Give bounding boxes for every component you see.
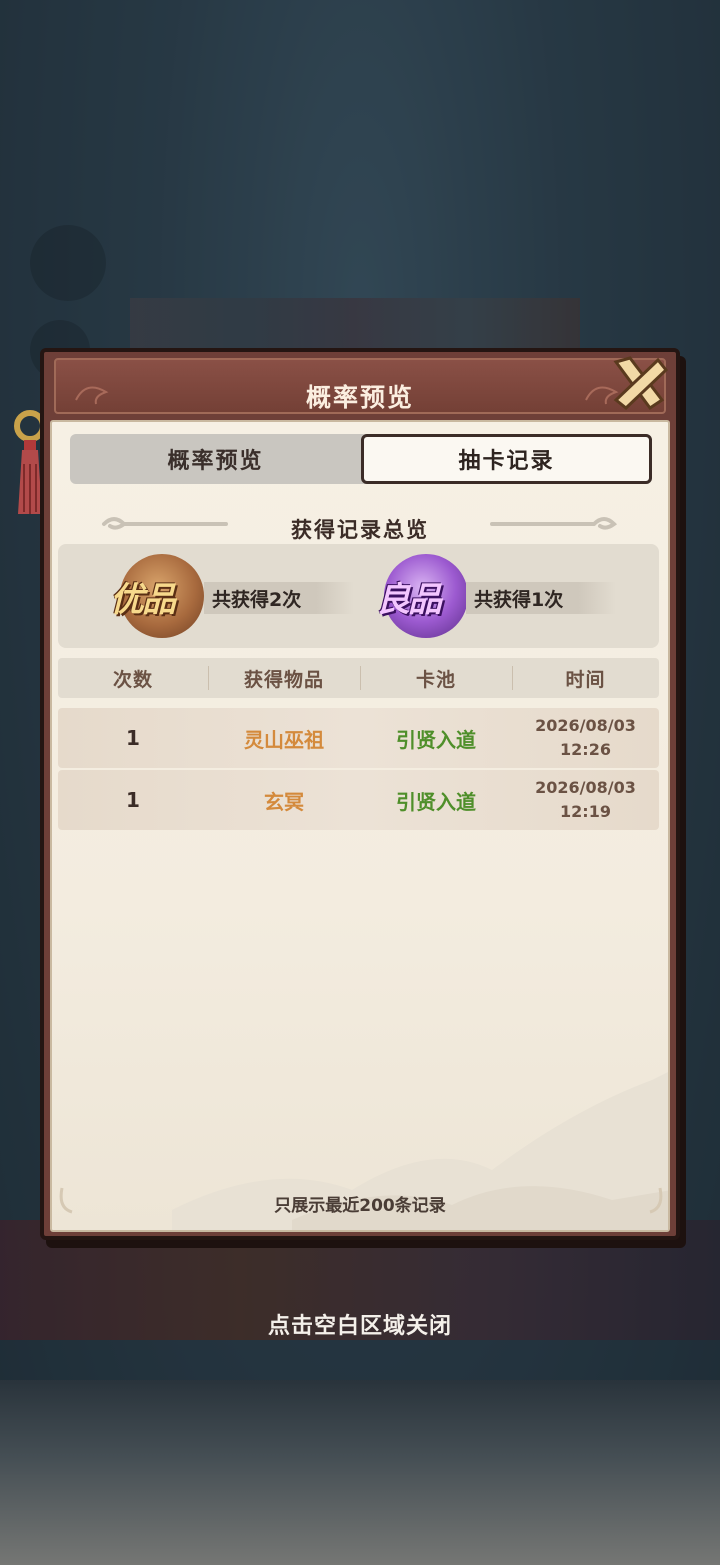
table-row: 1 玄冥 引贤入道 2026/08/03 12:19 <box>58 770 659 830</box>
row-count: 1 <box>126 726 140 750</box>
quality-badge-good-label: 良品 <box>376 580 442 620</box>
row-clock: 12:26 <box>560 740 611 759</box>
row-date: 2026/08/03 <box>535 716 636 735</box>
summary-box: 优品 共获得2次 良品 共获得1次 <box>58 544 659 648</box>
header-item: 获得物品 <box>243 668 324 691</box>
row-pool: 引贤入道 <box>396 789 476 814</box>
row-item: 玄冥 <box>264 789 304 814</box>
tab-bar: 概率预览 抽卡记录 <box>70 434 652 484</box>
record-limit-note: 只展示最近200条记录 <box>274 1196 446 1216</box>
gacha-record-dialog: 概率预览 概率预览 抽卡记录 获得记录总览 优品 共获得2次 良品 共获得1次 … <box>40 348 680 1240</box>
header-time: 时间 <box>565 668 606 691</box>
dialog-title: 概率预览 <box>305 383 414 412</box>
table-row: 1 灵山巫祖 引贤入道 2026/08/03 12:26 <box>58 708 659 768</box>
cloud-ornament-right <box>490 517 618 530</box>
row-time: 2026/08/03 12:26 <box>512 708 659 768</box>
row-date: 2026/08/03 <box>535 778 636 797</box>
header-count: 次数 <box>112 668 153 691</box>
excellent-count: 共获得2次 <box>204 582 354 614</box>
tab-draw-record[interactable]: 抽卡记录 <box>361 434 652 484</box>
row-item: 灵山巫祖 <box>244 727 324 752</box>
row-count: 1 <box>126 788 140 812</box>
row-time: 2026/08/03 12:19 <box>512 770 659 830</box>
header-pool: 卡池 <box>415 668 456 691</box>
tab-probability-preview[interactable]: 概率预览 <box>70 434 361 484</box>
quality-badge-excellent-label: 优品 <box>110 580 176 620</box>
dialog-header: 概率预览 <box>54 358 666 414</box>
content-panel: 概率预览 抽卡记录 获得记录总览 优品 共获得2次 良品 共获得1次 次数 获得… <box>50 420 670 1232</box>
row-clock: 12:19 <box>560 802 611 821</box>
table-header: 次数 获得物品 卡池 时间 <box>58 658 659 698</box>
close-hint[interactable]: 点击空白区域关闭 <box>0 1308 720 1340</box>
close-x-icon[interactable] <box>608 352 670 414</box>
good-count: 共获得1次 <box>466 582 616 614</box>
row-pool: 引贤入道 <box>396 727 476 752</box>
